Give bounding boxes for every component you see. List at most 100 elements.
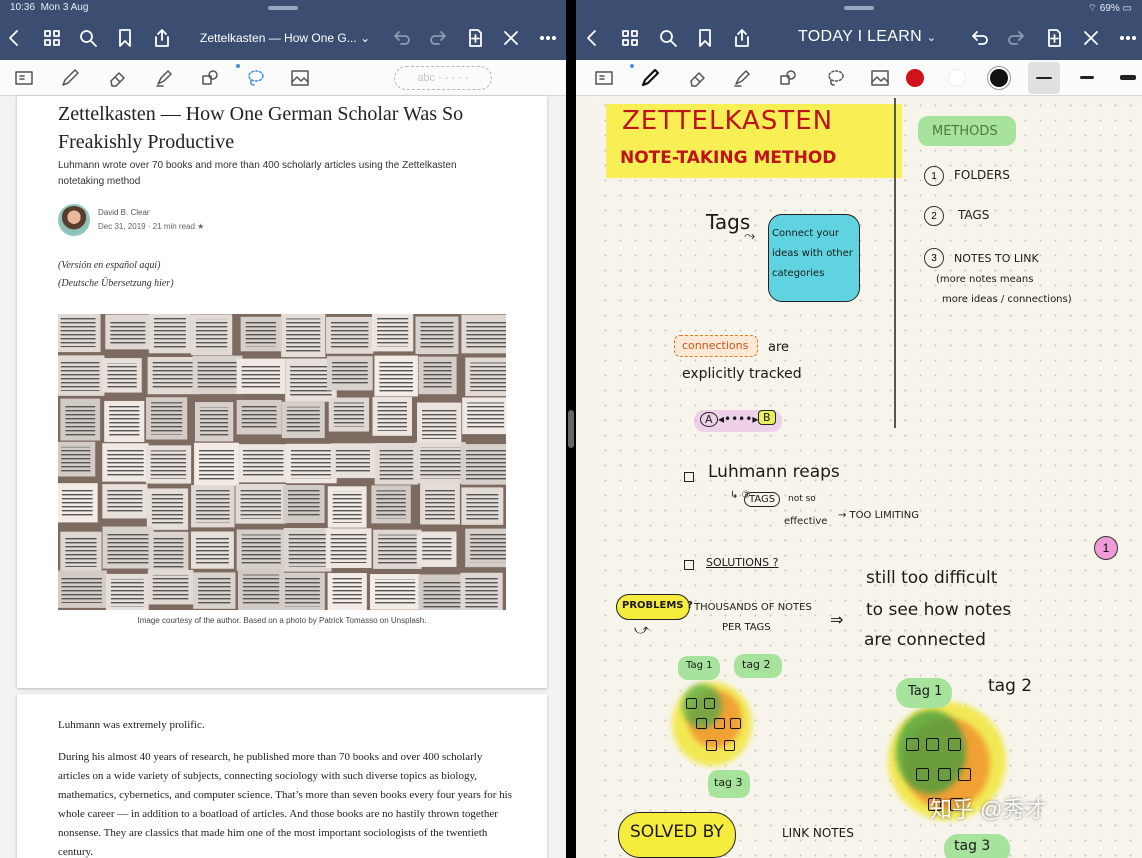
connect-ideas-text: Connect your ideas with other categories: [772, 228, 853, 279]
lasso-tool-icon[interactable]: [822, 64, 850, 92]
book-text-lines: [288, 489, 320, 519]
more-options-icon[interactable]: [1116, 26, 1140, 50]
note-square: [724, 740, 735, 751]
book-text-lines: [109, 405, 140, 438]
stroke-width-thick[interactable]: [1120, 75, 1136, 80]
method-notes-to-link: NOTES TO LINK: [954, 252, 1039, 265]
search-icon[interactable]: [656, 26, 680, 50]
book-text-lines: [290, 448, 332, 479]
book-text-lines: [290, 363, 332, 397]
right-multitask-grabber[interactable]: [844, 6, 874, 10]
note-square: [714, 718, 725, 729]
node-a: A: [700, 412, 718, 427]
tag3-small-label: tag 3: [714, 776, 743, 789]
grid-view-icon[interactable]: [40, 26, 64, 50]
book-text-lines: [465, 577, 498, 608]
book-text-lines: [335, 448, 370, 474]
tag2-large-label: tag 2: [988, 676, 1033, 696]
shape-tool-icon[interactable]: [196, 64, 224, 92]
note-square: [916, 768, 929, 781]
book-text-lines: [422, 407, 457, 439]
method-note-line-2: more ideas / connections): [942, 294, 1072, 305]
book-text-lines: [465, 449, 506, 480]
note-square: [730, 718, 741, 729]
solutions-label: SOLUTIONS ?: [706, 556, 779, 569]
lasso-tool-icon[interactable]: [242, 64, 270, 92]
methods-label: METHODS: [932, 124, 998, 139]
shape-tool-icon[interactable]: [774, 64, 802, 92]
color-swatch-red[interactable]: [906, 69, 924, 87]
german-version-link[interactable]: (Deutsche Übersetzung hier): [58, 278, 174, 289]
status-date: Mon 3 Aug: [40, 2, 89, 13]
split-view-handle[interactable]: [568, 410, 574, 448]
pen-tool-icon[interactable]: [636, 64, 664, 92]
text-tool-pill[interactable]: abc - - - - -: [394, 66, 492, 90]
image-tool-icon[interactable]: [866, 64, 894, 92]
add-page-icon[interactable]: [463, 26, 487, 50]
tag1-small-label: Tag 1: [686, 660, 713, 671]
book-text-lines: [151, 493, 184, 525]
book-text-lines: [331, 361, 368, 386]
left-multitask-grabber[interactable]: [268, 6, 298, 10]
search-icon[interactable]: [76, 26, 100, 50]
back-chevron-icon[interactable]: [580, 26, 604, 50]
share-icon[interactable]: [150, 26, 174, 50]
book-text-lines: [379, 360, 413, 392]
book-text-lines: [110, 319, 146, 345]
book-text-lines: [377, 402, 408, 431]
book-text-lines: [241, 534, 281, 566]
book-text-lines: [376, 316, 409, 347]
undo-icon[interactable]: [968, 26, 992, 50]
book-text-lines: [150, 450, 187, 479]
read-mode-icon[interactable]: [10, 64, 38, 92]
book-text-lines: [196, 490, 230, 523]
left-split-pane: 10:36 Mon 3 Aug Zettelkasten — How One G…: [0, 0, 566, 858]
eraser-tool-icon[interactable]: [684, 64, 712, 92]
stroke-width-thin[interactable]: [1036, 77, 1052, 79]
book-text-lines: [242, 449, 284, 478]
read-mode-icon[interactable]: [590, 64, 618, 92]
close-icon[interactable]: [499, 26, 523, 50]
book-text-lines: [197, 360, 238, 390]
right-navigation-bar: ⌔ 69% ▭ TODAY I LEARN ⌄: [576, 0, 1142, 60]
article-page-2: Luhmann was extremely prolific. During h…: [17, 694, 547, 858]
bookmark-icon[interactable]: [693, 26, 717, 50]
highlighter-tool-icon[interactable]: [728, 64, 756, 92]
book-text-lines: [423, 579, 464, 610]
checkbox-luhmann[interactable]: [684, 472, 694, 482]
book-text-lines: [151, 402, 183, 435]
close-icon[interactable]: [1079, 26, 1103, 50]
connections-word: connections: [682, 339, 749, 352]
book-text-lines: [110, 578, 144, 607]
color-swatch-white[interactable]: [948, 69, 966, 87]
more-options-icon[interactable]: [536, 26, 560, 50]
book-text-lines: [60, 360, 100, 391]
book-text-lines: [375, 579, 416, 605]
share-icon[interactable]: [730, 26, 754, 50]
book-text-lines: [242, 574, 280, 606]
right-toolbar: [576, 60, 1142, 96]
spanish-version-link[interactable]: (Versión en español aquí): [58, 260, 161, 271]
note-square: [958, 768, 971, 781]
stroke-width-medium[interactable]: [1080, 76, 1094, 79]
notebook-page[interactable]: ZETTELKASTEN NOTE-TAKING METHOD METHODS …: [598, 98, 1142, 858]
book-text-lines: [379, 448, 414, 480]
book-text-lines: [61, 575, 102, 603]
left-document-title[interactable]: Zettelkasten — How One G... ⌄: [200, 31, 370, 45]
back-chevron-icon[interactable]: [2, 26, 26, 50]
undo-icon[interactable]: [390, 26, 414, 50]
redo-icon[interactable]: [1004, 26, 1028, 50]
pen-tool-icon[interactable]: [56, 64, 84, 92]
eraser-tool-icon[interactable]: [104, 64, 132, 92]
highlighter-tool-icon[interactable]: [150, 64, 178, 92]
redo-icon[interactable]: [426, 26, 450, 50]
right-document-title[interactable]: TODAY I LEARN ⌄: [798, 28, 936, 46]
add-page-icon[interactable]: [1042, 26, 1066, 50]
image-tool-icon[interactable]: [286, 64, 314, 92]
book-text-lines: [466, 492, 499, 520]
checkbox-solutions[interactable]: [684, 560, 694, 570]
bookmark-icon[interactable]: [113, 26, 137, 50]
color-swatch-black[interactable]: [990, 69, 1008, 87]
note-square: [686, 698, 697, 709]
grid-view-icon[interactable]: [618, 26, 642, 50]
